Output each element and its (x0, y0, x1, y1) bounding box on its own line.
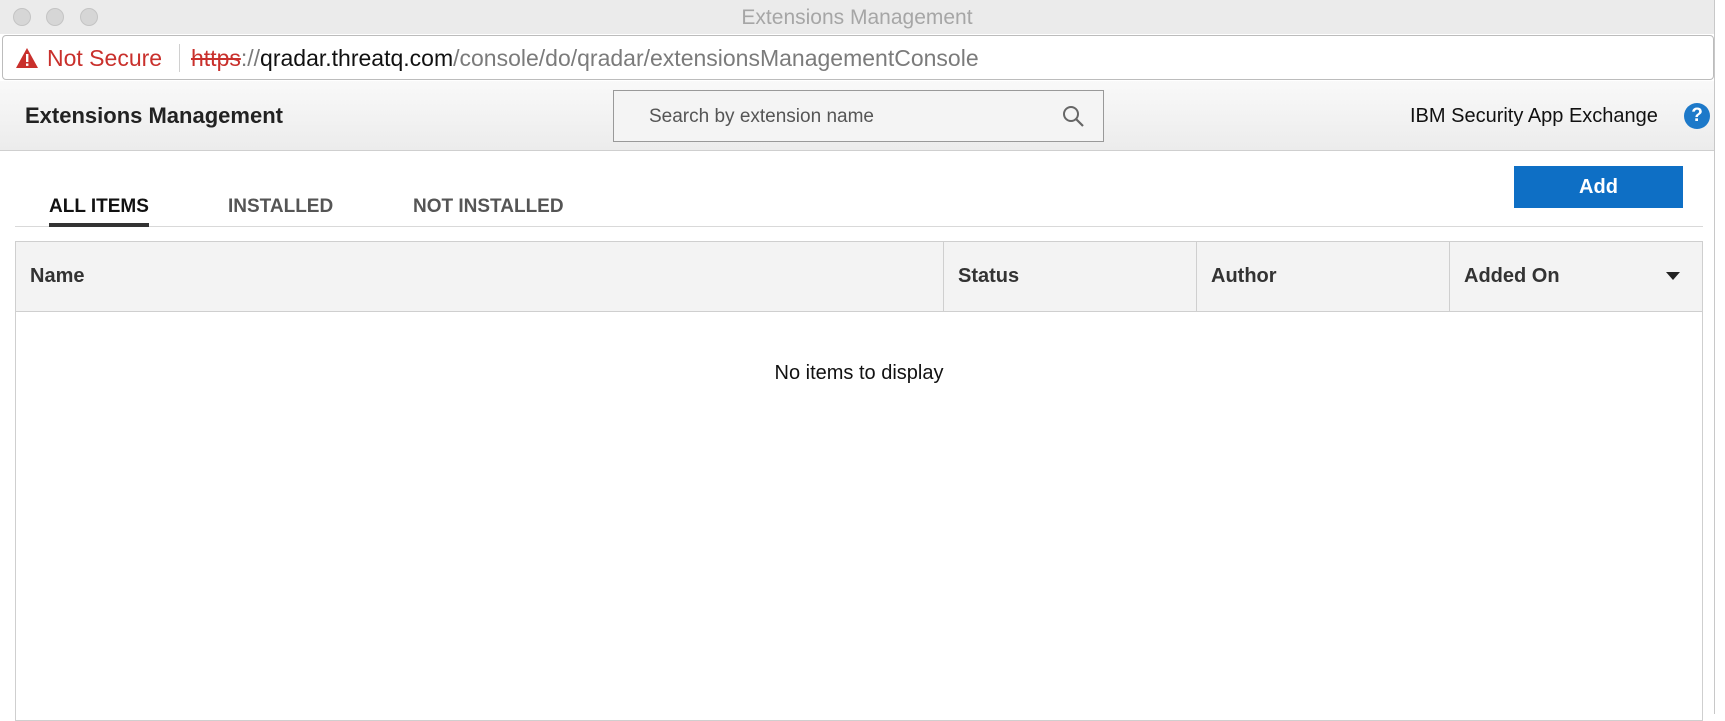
tab-installed[interactable]: INSTALLED (228, 196, 333, 218)
extensions-window: Extensions Management Not Secure https:/… (0, 0, 1715, 721)
add-button[interactable]: Add (1514, 166, 1683, 208)
table-header: Name Status Author Added On (16, 242, 1702, 312)
app-exchange-link[interactable]: IBM Security App Exchange (1410, 105, 1658, 128)
security-indicator[interactable]: Not Secure (47, 45, 162, 72)
search-box[interactable] (613, 90, 1104, 143)
search-input[interactable] (614, 91, 1071, 143)
url-divider (179, 44, 180, 72)
extensions-table: Name Status Author Added On No items to … (15, 241, 1703, 721)
url-path: /console/do/qradar/extensionsManagementC… (453, 45, 979, 71)
title-bar: Extensions Management (0, 0, 1714, 34)
empty-state-message: No items to display (774, 362, 944, 384)
warning-icon (16, 48, 38, 68)
column-header-label: Name (30, 265, 85, 287)
url-text[interactable]: https://qradar.threatq.com/console/do/qr… (191, 45, 979, 72)
column-header-label: Author (1211, 265, 1277, 287)
url-host: qradar.threatq.com (260, 45, 454, 71)
address-bar[interactable]: Not Secure https://qradar.threatq.com/co… (2, 35, 1714, 80)
column-header-author[interactable]: Author (1196, 242, 1449, 311)
help-icon[interactable]: ? (1684, 103, 1710, 129)
column-header-label: Added On (1464, 265, 1560, 287)
page-title: Extensions Management (25, 103, 283, 128)
tab-all-items[interactable]: ALL ITEMS (49, 196, 149, 227)
search-icon[interactable] (1061, 104, 1085, 128)
url-separator: :// (240, 45, 261, 71)
app-header: Extensions Management IBM Security App E… (0, 81, 1714, 151)
tab-not-installed[interactable]: NOT INSTALLED (413, 196, 564, 218)
url-scheme: https (191, 45, 241, 71)
column-header-status[interactable]: Status (943, 242, 1196, 311)
sort-descending-icon[interactable] (1666, 272, 1680, 280)
window-title: Extensions Management (741, 6, 973, 29)
column-header-label: Status (958, 265, 1020, 287)
column-header-name[interactable]: Name (16, 242, 943, 311)
filter-tabs: ALL ITEMS INSTALLED NOT INSTALLED (15, 192, 1703, 227)
column-header-added-on[interactable]: Added On (1449, 242, 1702, 311)
